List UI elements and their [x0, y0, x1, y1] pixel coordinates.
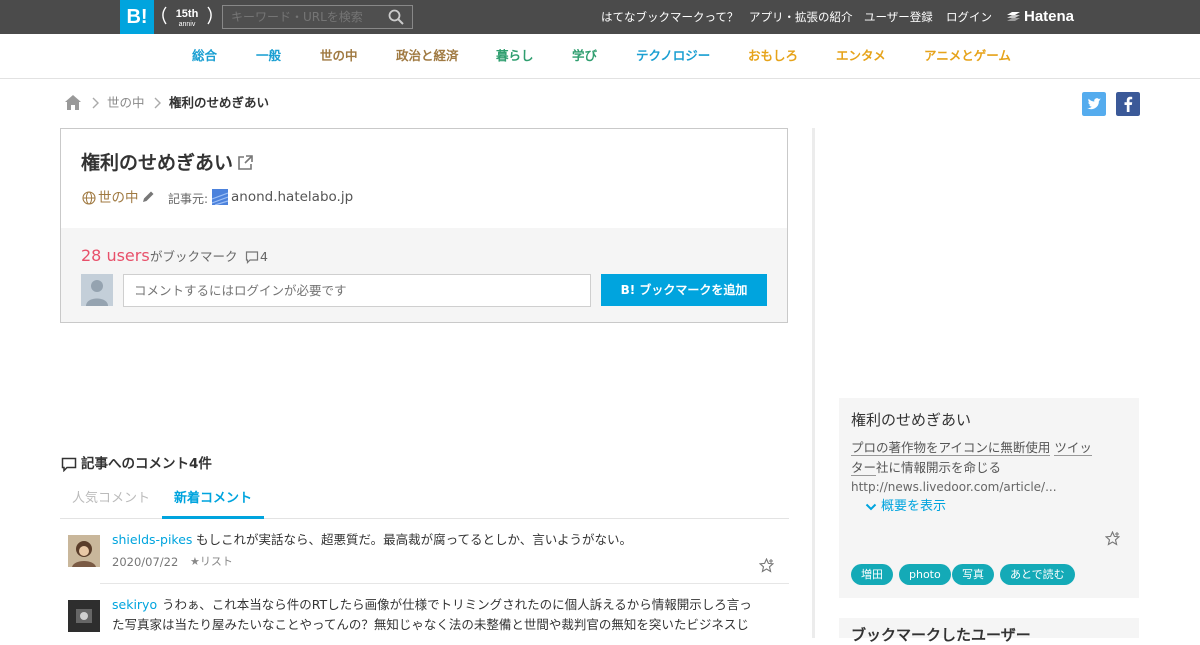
nav-register[interactable]: ユーザー登録 [864, 0, 933, 34]
show-summary-toggle[interactable]: 概要を表示 [881, 498, 946, 516]
twitter-share-icon[interactable] [1082, 92, 1106, 116]
entry-category-link[interactable]: 世の中 [98, 189, 139, 207]
hatena-bookmark-logo[interactable]: B! [120, 0, 154, 34]
summary-related-link[interactable]: プロの著作物をアイコンに無断使用 [851, 440, 1051, 456]
entry-title[interactable]: 権利のせめぎあい [81, 151, 233, 175]
bookmarked-users-heading: ブックマークしたユーザー [851, 626, 1031, 644]
entry-card: 権利のせめぎあい 世の中 記事元: anond.hatelabo.jp 28 u… [60, 128, 788, 323]
hatena-brand-text: Hatena [1024, 8, 1075, 25]
search-input[interactable] [222, 5, 413, 29]
category-entertainment[interactable]: エンタメ [836, 34, 886, 78]
comment-input[interactable] [123, 274, 591, 307]
category-it[interactable]: テクノロジー [636, 34, 710, 78]
comment-text: もしこれが実話なら、超悪質だ。最高裁が腐ってるとしか、言いようがない。 [196, 532, 633, 547]
facebook-share-icon[interactable] [1116, 92, 1140, 116]
tag-read-later[interactable]: あとで読む [1000, 564, 1075, 585]
comment-text-line: うわぁ、これ本当なら件のRTしたら画像が仕様でトリミングされたのに個人訴えるから… [162, 597, 752, 612]
bookmarked-users-card: ブックマークしたユーザー [839, 618, 1139, 644]
anniv-text: 15th [176, 8, 199, 20]
comment-count: 4 [260, 249, 268, 264]
summary-title: 権利のせめぎあい [851, 411, 972, 429]
summary-related-link[interactable]: ター [851, 460, 877, 476]
comment-text-line: た写真家は当たり屋みたいなことやってんの？無知じゃなく法の未整備と世間や裁判官の… [112, 617, 749, 632]
comment-user[interactable]: sekiryo [112, 596, 157, 614]
add-star-icon[interactable] [759, 558, 774, 573]
user-avatar[interactable] [68, 535, 100, 567]
anniversary-badge-icon: 15th anniv [162, 6, 212, 28]
add-star-icon[interactable] [1105, 531, 1120, 546]
search-icon[interactable] [388, 9, 404, 25]
comment-icon [61, 457, 77, 472]
summary-text: 社に情報開示を命じる [876, 460, 1002, 475]
tab-new-comments[interactable]: 新着コメント [174, 490, 252, 508]
entry-summary-card: 権利のせめぎあい プロの著作物をアイコンに無断使用 ツイッター社に情報開示を命じ… [839, 398, 1139, 598]
summary-description: プロの著作物をアイコンに無断使用 ツイッター社に情報開示を命じる [851, 438, 1127, 478]
entry-header: 権利のせめぎあい 世の中 記事元: anond.hatelabo.jp [61, 129, 787, 228]
category-general-top[interactable]: 総合 [192, 34, 217, 78]
tag-masuda[interactable]: 増田 [851, 564, 893, 585]
source-domain-link[interactable]: anond.hatelabo.jp [231, 188, 353, 206]
tab-popular-comments[interactable]: 人気コメント [72, 490, 150, 508]
hatena-logo-icon [1007, 12, 1020, 21]
category-general[interactable]: 一般 [256, 34, 281, 78]
category-life[interactable]: 暮らし [496, 34, 534, 78]
source-favicon-icon [212, 189, 228, 205]
breadcrumb-current: 権利のせめぎあい [169, 95, 270, 110]
pencil-icon[interactable] [141, 190, 155, 204]
tag-photo[interactable]: photo [899, 564, 951, 585]
tag-shashin[interactable]: 写真 [952, 564, 994, 585]
comments-section-title: 記事へのコメント4件 [81, 456, 212, 472]
comment-divider [100, 583, 789, 584]
star-list-link[interactable]: ★リスト [190, 554, 233, 570]
category-nav: 総合 一般 世の中 政治と経済 暮らし 学び テクノロジー おもしろ エンタメ … [0, 34, 1200, 79]
comment-user[interactable]: shields-pikes [112, 531, 192, 549]
category-knowledge[interactable]: 学び [572, 34, 597, 78]
nav-apps[interactable]: アプリ・拡張の紹介 [749, 0, 853, 34]
nav-about[interactable]: はてなブックマークって？ [601, 0, 738, 34]
breadcrumb-chevron-icon [92, 97, 99, 109]
category-game[interactable]: アニメとゲーム [924, 34, 1011, 78]
default-user-avatar [81, 274, 113, 306]
anniv-sub-text: anniv [179, 21, 196, 28]
category-fun[interactable]: おもしろ [748, 34, 798, 78]
active-tab-indicator [162, 516, 264, 519]
global-header: B! 15th anniv はてなブックマークって？ アプリ・拡張の紹介 ユーザ… [0, 0, 1200, 34]
globe-icon [82, 191, 96, 205]
chevron-down-icon[interactable] [865, 502, 877, 512]
breadcrumb-category[interactable]: 世の中 [107, 94, 145, 112]
comment-date[interactable]: 2020/07/22 [112, 554, 178, 570]
user-avatar[interactable] [68, 600, 100, 632]
bookmark-users-suffix: がブックマーク [150, 249, 238, 264]
category-economics[interactable]: 政治と経済 [396, 34, 459, 78]
bookmark-users-count[interactable]: 28 users [81, 245, 150, 267]
nav-login[interactable]: ログイン [946, 0, 992, 34]
column-divider [812, 128, 815, 638]
add-bookmark-button[interactable]: B! ブックマークを追加 [601, 274, 767, 306]
hatena-brand-link[interactable]: Hatena [1006, 7, 1074, 27]
category-social[interactable]: 世の中 [320, 34, 358, 78]
source-label: 記事元: [168, 192, 209, 206]
external-link-icon[interactable] [237, 154, 254, 171]
comment-icon [245, 251, 259, 264]
summary-related-link[interactable]: ツイッ [1054, 440, 1092, 456]
home-icon[interactable] [64, 94, 82, 111]
summary-url[interactable]: http://news.livedoor.com/article/... [851, 478, 1057, 496]
breadcrumb-chevron-icon [154, 97, 161, 109]
